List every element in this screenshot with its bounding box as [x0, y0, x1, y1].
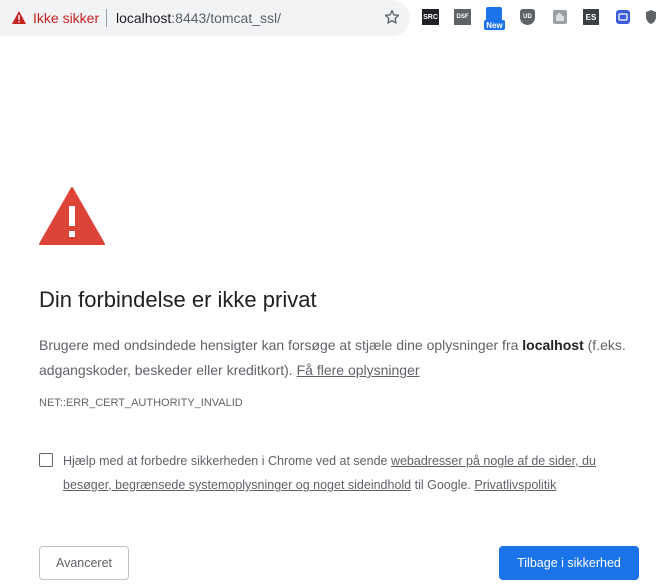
safe-browsing-checkbox[interactable]: [39, 453, 53, 467]
learn-more-link[interactable]: Få flere oplysninger: [297, 362, 420, 378]
page-title: Din forbindelse er ikke privat: [39, 287, 317, 312]
not-secure-warning-icon[interactable]: [12, 11, 26, 24]
url-path: :8443/tomcat_ssl/: [171, 10, 281, 26]
extension-shield-icon[interactable]: [645, 9, 657, 25]
extension-new-icon[interactable]: New: [484, 7, 505, 31]
desc-text-1: Brugere med ondsindede hensigter kan for…: [39, 337, 523, 353]
desc-host: localhost: [522, 337, 584, 353]
warning-triangle-icon: [39, 187, 105, 245]
extension-new-square: [486, 7, 502, 21]
optin-text-2: til Google.: [411, 478, 475, 492]
advanced-button[interactable]: Avanceret: [39, 546, 129, 580]
url-host: localhost: [116, 10, 172, 26]
extension-tv-icon[interactable]: [615, 9, 631, 25]
extension-new-badge: New: [484, 20, 505, 30]
browser-toolbar: Ikke sikker localhost:8443/tomcat_ssl/ S…: [0, 0, 657, 36]
optin-text-1: Hjælp med at forbedre sikkerheden i Chro…: [63, 454, 391, 468]
error-code: NET::ERR_CERT_AUTHORITY_INVALID: [39, 397, 243, 409]
page-description: Brugere med ondsindede hensigter kan for…: [39, 333, 639, 383]
privacy-policy-link[interactable]: Privatlivspolitik: [474, 478, 556, 492]
extension-es-icon[interactable]: ES: [583, 9, 599, 25]
address-separator: [106, 9, 107, 27]
safe-browsing-optin-text: Hjælp med at forbedre sikkerheden i Chro…: [63, 449, 638, 497]
bookmark-star-icon[interactable]: [383, 8, 401, 26]
url-text[interactable]: localhost:8443/tomcat_ssl/: [116, 10, 281, 26]
back-to-safety-button[interactable]: Tilbage i sikkerhed: [499, 546, 639, 580]
extension-hand-icon[interactable]: [552, 9, 568, 25]
extension-src-icon[interactable]: SRC: [422, 9, 439, 25]
security-status-label[interactable]: Ikke sikker: [33, 10, 99, 26]
extension-ublock-icon[interactable]: UD: [520, 9, 535, 25]
address-bar[interactable]: Ikke sikker localhost:8443/tomcat_ssl/: [0, 0, 410, 36]
extension-dsf-icon[interactable]: DSF: [454, 9, 471, 25]
